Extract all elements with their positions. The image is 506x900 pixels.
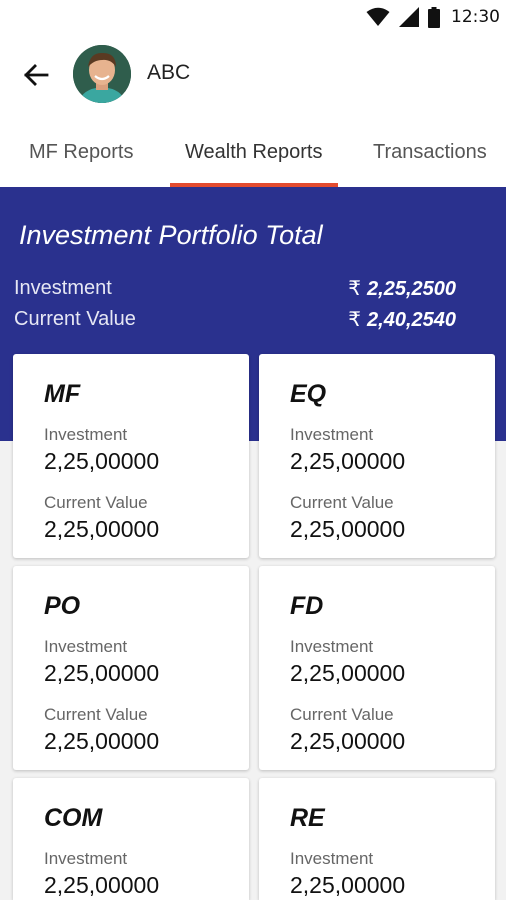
battery-icon <box>428 6 440 28</box>
total-current-value: ₹2,40,2540 <box>348 307 456 332</box>
total-current-value-amount: 2,40,2540 <box>367 308 456 331</box>
tab-wealth-reports[interactable]: Wealth Reports <box>185 141 322 164</box>
card-investment-label: Investment <box>290 425 374 444</box>
card-investment-value: 2,25,00000 <box>290 660 406 686</box>
status-icons: 12:30 <box>366 5 500 29</box>
rupee-symbol: ₹ <box>348 277 362 300</box>
user-name: ABC <box>147 61 191 84</box>
card-current-value: 2,25,00000 <box>290 516 406 542</box>
total-investment-label: Investment <box>14 276 112 299</box>
card-current-value-label: Current Value <box>44 705 148 724</box>
total-investment-row: Investment ₹2,25,2500 <box>14 275 456 301</box>
card-title: COM <box>44 804 103 832</box>
card-investment-label: Investment <box>44 637 128 656</box>
card-fd[interactable]: FD Investment 2,25,00000 Current Value 2… <box>259 566 495 770</box>
total-investment-amount: 2,25,2500 <box>367 277 456 300</box>
card-re[interactable]: RE Investment 2,25,00000 <box>259 778 495 900</box>
card-investment-label: Investment <box>44 425 128 444</box>
card-investment-label: Investment <box>44 849 128 868</box>
total-current-value-label: Current Value <box>14 307 136 330</box>
card-title: RE <box>290 804 325 832</box>
card-investment-value: 2,25,00000 <box>290 872 406 898</box>
card-mf[interactable]: MF Investment 2,25,00000 Current Value 2… <box>13 354 249 558</box>
wifi-icon <box>366 7 390 26</box>
card-investment-label: Investment <box>290 637 374 656</box>
avatar-image <box>73 45 131 103</box>
card-title: EQ <box>290 380 327 408</box>
card-title: MF <box>44 380 81 408</box>
total-investment-value: ₹2,25,2500 <box>348 276 456 301</box>
card-investment-label: Investment <box>290 849 374 868</box>
card-current-value: 2,25,00000 <box>44 728 160 754</box>
card-po[interactable]: PO Investment 2,25,00000 Current Value 2… <box>13 566 249 770</box>
status-bar: 12:30 <box>0 0 506 34</box>
card-current-value-label: Current Value <box>44 493 148 512</box>
card-current-value: 2,25,00000 <box>290 728 406 754</box>
card-investment-value: 2,25,00000 <box>44 660 160 686</box>
arrow-left-icon <box>24 64 49 86</box>
rupee-symbol: ₹ <box>348 308 362 331</box>
card-current-value-label: Current Value <box>290 705 394 724</box>
signal-icon <box>399 7 419 27</box>
tab-bar: MF Reports Wealth Reports Transactions <box>0 120 506 187</box>
card-investment-value: 2,25,00000 <box>44 872 160 898</box>
card-eq[interactable]: EQ Investment 2,25,00000 Current Value 2… <box>259 354 495 558</box>
tab-mf-reports[interactable]: MF Reports <box>29 141 133 164</box>
total-current-value-row: Current Value ₹2,40,2540 <box>14 306 456 332</box>
card-investment-value: 2,25,00000 <box>44 448 160 474</box>
card-title: FD <box>290 592 324 620</box>
card-current-value-label: Current Value <box>290 493 394 512</box>
status-time: 12:30 <box>451 7 500 27</box>
portfolio-title: Investment Portfolio Total <box>19 220 323 250</box>
card-com[interactable]: COM Investment 2,25,00000 <box>13 778 249 900</box>
tab-transactions[interactable]: Transactions <box>373 141 487 164</box>
card-current-value: 2,25,00000 <box>44 516 160 542</box>
back-button[interactable] <box>20 59 52 91</box>
app-header: ABC <box>0 34 506 120</box>
card-title: PO <box>44 592 81 620</box>
avatar[interactable] <box>73 45 131 103</box>
card-investment-value: 2,25,00000 <box>290 448 406 474</box>
